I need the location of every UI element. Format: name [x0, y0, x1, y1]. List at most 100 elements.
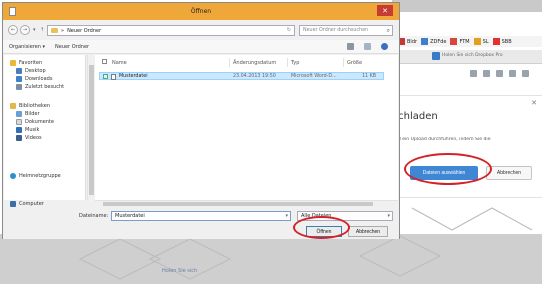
grid-icon[interactable]: [483, 70, 490, 77]
desktop-icon: [16, 68, 22, 74]
search-placeholder: Neuer Ordner durchsuchen: [303, 28, 369, 33]
dropbox-promo-bar: Holen Sie sich Dropbox Pro: [392, 50, 542, 64]
dropbox-lower-area: [0, 234, 542, 284]
promo-link[interactable]: Holen Sie sich Dropbox Pro: [442, 53, 503, 58]
up-icon[interactable]: ↑: [40, 27, 44, 33]
recent-places-icon: [16, 84, 22, 90]
file-type-select[interactable]: Alle Dateien ▾: [297, 211, 393, 221]
bookmark-item[interactable]: Bldr: [398, 38, 417, 45]
view-options-icon[interactable]: [347, 43, 354, 50]
search-icon: ⌕: [386, 27, 390, 34]
refresh-icon[interactable]: ↻: [287, 27, 291, 33]
breadcrumb-root[interactable]: »: [61, 28, 64, 34]
back-icon[interactable]: ←: [8, 25, 18, 35]
bookmark-item[interactable]: SBB: [492, 38, 512, 45]
column-header-type[interactable]: Typ: [291, 60, 299, 66]
downloads-icon: [16, 76, 22, 82]
upload-modal: ochladen ✕ und ein Upload durchführen, i…: [392, 95, 542, 198]
search-input[interactable]: Neuer Ordner durchsuchen ⌕: [299, 25, 393, 36]
file-date: 23.04.2013 19:50: [233, 74, 276, 79]
filename-value: Musterdatei: [115, 213, 145, 219]
bookmark-icon: [473, 38, 481, 45]
dropbox-decoration: [411, 207, 533, 231]
share-icon[interactable]: [470, 70, 477, 77]
computer-icon: [10, 201, 16, 207]
scrollbar-thumb[interactable]: [103, 202, 373, 206]
star-icon: [10, 60, 16, 66]
more-icon[interactable]: [522, 70, 529, 77]
pictures-icon: [16, 111, 22, 117]
preview-pane-icon[interactable]: [364, 43, 371, 50]
choose-files-button[interactable]: Dateien auswählen: [410, 166, 478, 180]
bookmarks-bar: Bldr ZDFde FTM SL SBB: [392, 36, 542, 47]
sidebar-item-pictures[interactable]: Bilder: [16, 111, 40, 117]
music-icon: [16, 127, 22, 133]
scrollbar-thumb[interactable]: [89, 65, 94, 195]
breadcrumb[interactable]: Neuer Ordner: [67, 28, 101, 34]
select-all-checkbox[interactable]: [102, 59, 107, 64]
dropbox-action-icons: [470, 70, 529, 77]
close-button[interactable]: ✕: [377, 5, 393, 16]
help-icon[interactable]: [381, 43, 388, 50]
bookmark-item[interactable]: FTM: [450, 38, 470, 45]
column-header-name[interactable]: Name: [112, 60, 127, 66]
browser-tab-strip: [392, 0, 542, 12]
horizontal-scrollbar[interactable]: [95, 200, 398, 207]
column-header-size[interactable]: Größe: [347, 60, 362, 66]
file-type-value: Alle Dateien: [301, 213, 332, 219]
close-icon[interactable]: ✕: [531, 99, 537, 107]
dialog-toolbar: Organisieren ▾ Neuer Ordner: [3, 40, 399, 54]
cancel-button[interactable]: Abbrechen: [348, 226, 388, 237]
bookmark-icon: [421, 38, 429, 45]
organize-menu[interactable]: Organisieren ▾: [9, 44, 45, 50]
dropbox-logo-watermark: [78, 235, 442, 280]
column-divider[interactable]: [229, 58, 230, 67]
file-name: Musterdatei: [119, 74, 148, 79]
navigation-pane: Favoriten Desktop Downloads Zuletzt besu…: [4, 55, 86, 200]
address-bar[interactable]: » Neuer Ordner ↻: [47, 25, 295, 36]
sidebar-item-computer[interactable]: Computer: [10, 201, 44, 207]
sidebar-item-documents[interactable]: Dokumente: [16, 119, 54, 125]
folder-icon: [51, 28, 58, 33]
bookmark-icon: [450, 38, 458, 45]
sidebar-item-downloads[interactable]: Downloads: [16, 76, 52, 82]
address-row: ← → ▾ ↑ » Neuer Ordner ↻ Neuer Ordner du…: [3, 22, 399, 38]
file-type: Microsoft Word-D...: [291, 74, 337, 79]
recent-locations-icon[interactable]: ▾: [33, 27, 36, 33]
open-file-dialog: Öffnen ✕ ← → ▾ ↑ » Neuer Ordner ↻ Neuer …: [2, 2, 400, 239]
table-row[interactable]: ✓ Musterdatei 23.04.2013 19:50 Microsoft…: [99, 72, 384, 80]
column-divider[interactable]: [287, 58, 288, 67]
forward-icon[interactable]: →: [20, 25, 30, 35]
sidebar-item-videos[interactable]: Videos: [16, 135, 42, 141]
upload-cancel-button[interactable]: Abbrechen: [486, 166, 532, 180]
videos-icon: [16, 135, 22, 141]
chevron-down-icon[interactable]: ▾: [285, 212, 288, 220]
dialog-titlebar[interactable]: Öffnen ✕: [3, 3, 399, 20]
lower-promo-text: Holen Sie sich: [162, 268, 198, 274]
dropbox-icon: [432, 52, 440, 60]
link-icon[interactable]: [496, 70, 503, 77]
sidebar-item-libraries[interactable]: Bibliotheken: [10, 103, 50, 109]
sidebar-item-recent[interactable]: Zuletzt besucht: [16, 84, 64, 90]
row-checkbox[interactable]: ✓: [103, 74, 108, 79]
sidebar-item-music[interactable]: Musik: [16, 127, 39, 133]
bookmark-icon: [492, 38, 500, 45]
sidebar-item-desktop[interactable]: Desktop: [16, 68, 46, 74]
column-divider[interactable]: [343, 58, 344, 67]
new-folder-button[interactable]: Neuer Ordner: [55, 44, 89, 50]
open-button[interactable]: Öffnen: [306, 226, 342, 237]
upload-description: und ein Upload durchführen, indem Sie di…: [392, 137, 491, 142]
folder-icon[interactable]: [509, 70, 516, 77]
column-header-date[interactable]: Änderungsdatum: [233, 60, 276, 66]
sidebar-item-favorites[interactable]: Favoriten: [10, 60, 42, 66]
bookmark-item[interactable]: SL: [473, 38, 489, 45]
documents-icon: [16, 119, 22, 125]
sidebar-item-homegroup[interactable]: Heimnetzgruppe: [10, 173, 61, 179]
bookmark-item[interactable]: ZDFde: [421, 38, 446, 45]
navigation-scrollbar[interactable]: [87, 55, 94, 200]
chevron-down-icon[interactable]: ▾: [387, 212, 390, 220]
filename-field[interactable]: Musterdatei ▾: [111, 211, 291, 221]
dialog-title: Öffnen: [190, 8, 212, 15]
word-document-icon: [111, 74, 116, 80]
file-list: Name Änderungsdatum Typ Größe ✓ Musterda…: [95, 55, 398, 200]
